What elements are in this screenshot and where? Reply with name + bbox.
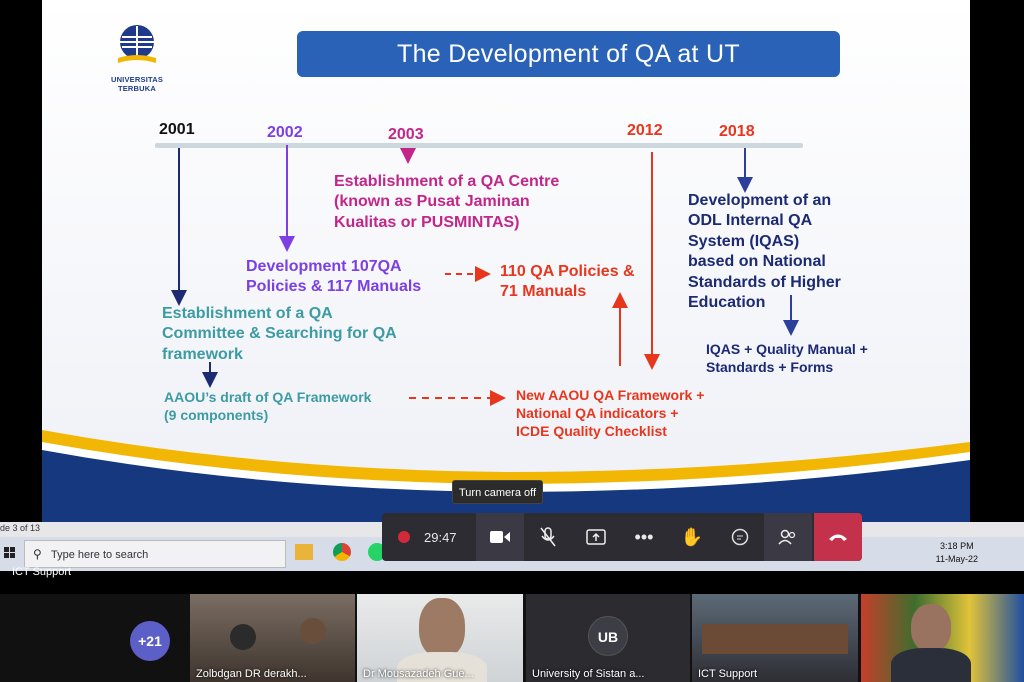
raise-hand-button[interactable]: ✋ [668, 513, 716, 561]
camera-button[interactable] [476, 513, 524, 561]
camera-icon [490, 531, 510, 543]
taskbar-search[interactable]: ⚲ Type here to search [24, 540, 286, 568]
event-2018-line2: ODL Internal QA [688, 212, 813, 230]
event-2002-line2: Policies & 117 Manuals [246, 278, 422, 296]
participant-video [230, 624, 256, 650]
event-2012-policies: 110 QA Policies & 71 Manuals [500, 262, 635, 303]
participant-video [891, 648, 971, 682]
event-2018-components-line1: IQAS + Quality Manual + [706, 341, 868, 357]
event-2002-line1: Development 107QA [246, 258, 402, 275]
event-2018-line4: based on National [688, 253, 826, 271]
participant-tile[interactable]: Dr Mousazadeh Gue... [357, 594, 523, 682]
share-button[interactable] [572, 513, 620, 561]
participant-video [702, 624, 848, 654]
chrome-icon[interactable] [333, 543, 351, 561]
hang-up-icon [829, 534, 847, 541]
event-aaou-line1: AAOU’s draft of QA Framework [164, 389, 372, 405]
chat-icon [731, 528, 749, 546]
slide-footer-wave [42, 430, 970, 524]
participant-name: Dr Mousazadeh Gue... [363, 668, 474, 680]
participant-gallery: +21 Zolbdgan DR derakh... Dr Mousazadeh … [0, 594, 1024, 682]
mic-button[interactable] [524, 513, 572, 561]
meeting-timer: 29:47 [424, 529, 457, 545]
overflow-participants-button[interactable]: +21 [130, 621, 170, 661]
event-2012-policies-line1: 110 QA Policies & [500, 263, 635, 280]
event-2018-components: IQAS + Quality Manual + Standards + Form… [706, 341, 868, 377]
participant-tile[interactable] [861, 594, 1024, 682]
participant-avatar: UB [588, 616, 628, 656]
event-2001-line2: Committee & Searching for QA [162, 325, 397, 343]
mic-off-icon [540, 527, 556, 547]
participant-tile[interactable]: ICT Support [692, 594, 858, 682]
participant-name: University of Sistan a... [532, 668, 645, 680]
event-2018-components-line2: Standards + Forms [706, 358, 834, 375]
event-2003-qa-centre: Establishment of a QA Centre (known as P… [334, 172, 559, 233]
event-2018-iqas: Development of an ODL Internal QA System… [688, 191, 841, 314]
participant-video [911, 604, 951, 652]
folder-icon[interactable] [295, 544, 313, 560]
event-2012-framework-line1: New AAOU QA Framework + [516, 387, 705, 403]
participant-video [300, 618, 326, 644]
participant-tile[interactable]: Zolbdgan DR derakh... [190, 594, 355, 682]
slide-indicator: de 3 of 13 [0, 523, 41, 533]
raise-hand-icon: ✋ [680, 526, 704, 547]
event-2003-line1: Establishment of a QA Centre [334, 173, 560, 190]
event-2001-committee: Establishment of a QA Committee & Search… [162, 304, 397, 365]
event-2002-development: Development 107QA Policies & 117 Manuals [246, 257, 421, 298]
presenter-label: ICT Support [12, 566, 72, 578]
participant-name: ICT Support [698, 668, 758, 680]
shared-slide: UNIVERSITAS TERBUKA The Development of Q… [42, 0, 970, 524]
event-2001-line1: Establishment of a QA [162, 305, 333, 322]
event-2003-line2: (known as Pusat Jaminan [334, 193, 530, 211]
search-icon: ⚲ [33, 547, 42, 561]
chat-button[interactable] [716, 513, 764, 561]
event-2018-line6: Education [688, 294, 766, 312]
more-button[interactable]: ••• [620, 513, 668, 561]
system-clock[interactable]: 3:18 PM 11-May-22 [936, 540, 978, 566]
camera-tooltip: Turn camera off [452, 480, 544, 504]
record-icon [398, 531, 410, 543]
event-2012-policies-line2: 71 Manuals [500, 283, 587, 301]
participant-name: Zolbdgan DR derakh... [196, 668, 307, 680]
participant-video [419, 598, 465, 658]
event-2018-line3: System (IQAS) [688, 232, 800, 250]
hang-up-button[interactable] [814, 513, 862, 561]
search-placeholder: Type here to search [51, 549, 149, 561]
participants-icon [778, 529, 796, 545]
share-icon [586, 529, 606, 545]
event-2001-line3: framework [162, 345, 243, 363]
event-2018-line1: Development of an [688, 192, 832, 209]
windows-start-icon[interactable] [4, 546, 16, 558]
event-2003-line3: Kualitas or PUSMINTAS) [334, 213, 520, 231]
participants-button[interactable] [764, 513, 812, 561]
clock-time: 3:18 PM [940, 541, 974, 551]
participant-tile[interactable]: UB University of Sistan a... [526, 594, 690, 682]
clock-date: 11-May-22 [935, 554, 978, 564]
more-icon: ••• [634, 526, 654, 547]
event-2018-line5: Standards of Higher [688, 273, 841, 291]
meeting-control-bar: 29:47 ••• ✋ [382, 513, 862, 561]
